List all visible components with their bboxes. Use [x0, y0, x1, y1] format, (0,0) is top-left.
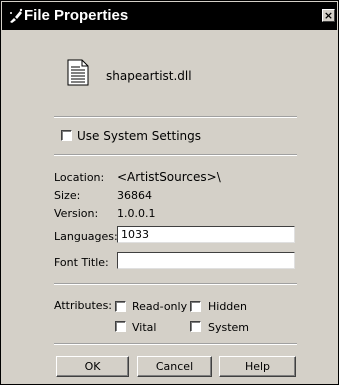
location-value: <ArtistSources>\ [117, 170, 221, 184]
use-system-settings-label[interactable]: Use System Settings [77, 129, 201, 143]
font-title-input[interactable] [117, 252, 295, 269]
close-icon: × [323, 9, 334, 22]
read-only-checkbox[interactable] [115, 301, 126, 312]
font-title-label: Font Title: [54, 256, 109, 269]
size-value: 36864 [117, 189, 152, 202]
languages-input[interactable] [117, 226, 295, 243]
languages-label: Languages: [54, 230, 118, 243]
system-checkbox[interactable] [190, 321, 201, 332]
title-bar[interactable]: File Properties × [2, 2, 337, 30]
separator [54, 116, 297, 118]
separator [54, 154, 297, 156]
hidden-checkbox[interactable] [190, 301, 201, 312]
size-label: Size: [54, 189, 81, 202]
window-title: File Properties [24, 7, 129, 24]
ok-button[interactable]: OK [56, 356, 129, 377]
version-label: Version: [54, 207, 99, 220]
vital-checkbox[interactable] [115, 321, 126, 332]
read-only-label[interactable]: Read-only [132, 300, 187, 313]
file-name: shapeartist.dll [106, 69, 192, 83]
cancel-button[interactable]: Cancel [137, 356, 212, 377]
help-button[interactable]: Help [219, 356, 296, 377]
attributes-label: Attributes: [54, 299, 113, 312]
version-value: 1.0.0.1 [117, 207, 156, 220]
brush-icon [10, 8, 23, 23]
close-button[interactable]: × [322, 9, 335, 22]
separator [54, 343, 297, 345]
vital-label[interactable]: Vital [132, 321, 156, 334]
use-system-settings-checkbox[interactable] [61, 130, 72, 141]
file-properties-dialog: File Properties × shapeartist.dll Use Sy… [0, 0, 339, 385]
hidden-label[interactable]: Hidden [208, 300, 247, 313]
system-label[interactable]: System [208, 321, 249, 334]
location-label: Location: [54, 171, 105, 184]
separator [54, 283, 297, 285]
document-icon [67, 59, 89, 86]
